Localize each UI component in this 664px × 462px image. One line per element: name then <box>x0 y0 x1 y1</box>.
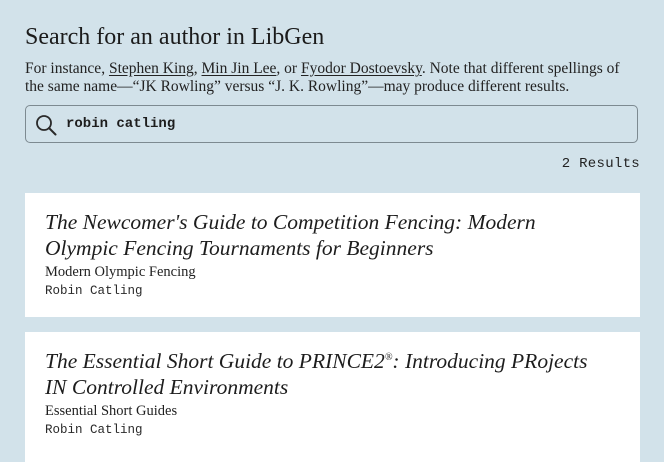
result-card[interactable]: The Essential Short Guide to PRINCE2®: I… <box>25 332 640 462</box>
search-box[interactable] <box>25 105 638 143</box>
example-link-min-jin-lee[interactable]: Min Jin Lee <box>202 60 277 77</box>
example-link-fyodor-dostoevsky[interactable]: Fyodor Dostoevsky <box>301 60 422 77</box>
search-input[interactable] <box>66 106 626 142</box>
result-author[interactable]: Robin Catling <box>45 421 620 439</box>
example-link-stephen-king[interactable]: Stephen King <box>109 60 194 77</box>
intro-text: For instance, Stephen King, Min Jin Lee,… <box>25 60 620 95</box>
result-title[interactable]: The Newcomer's Guide to Competition Fenc… <box>45 209 605 261</box>
result-title[interactable]: The Essential Short Guide to PRINCE2®: I… <box>45 348 605 400</box>
search-icon <box>36 115 57 136</box>
result-card[interactable]: The Newcomer's Guide to Competition Fenc… <box>25 193 640 317</box>
page-title: Search for an author in LibGen <box>25 24 325 50</box>
result-series: Essential Short Guides <box>45 403 178 419</box>
intro-prefix: For instance, <box>25 60 109 77</box>
results-count: 2 Results <box>561 156 640 172</box>
result-series: Modern Olympic Fencing <box>45 264 196 280</box>
result-author[interactable]: Robin Catling <box>45 282 620 300</box>
